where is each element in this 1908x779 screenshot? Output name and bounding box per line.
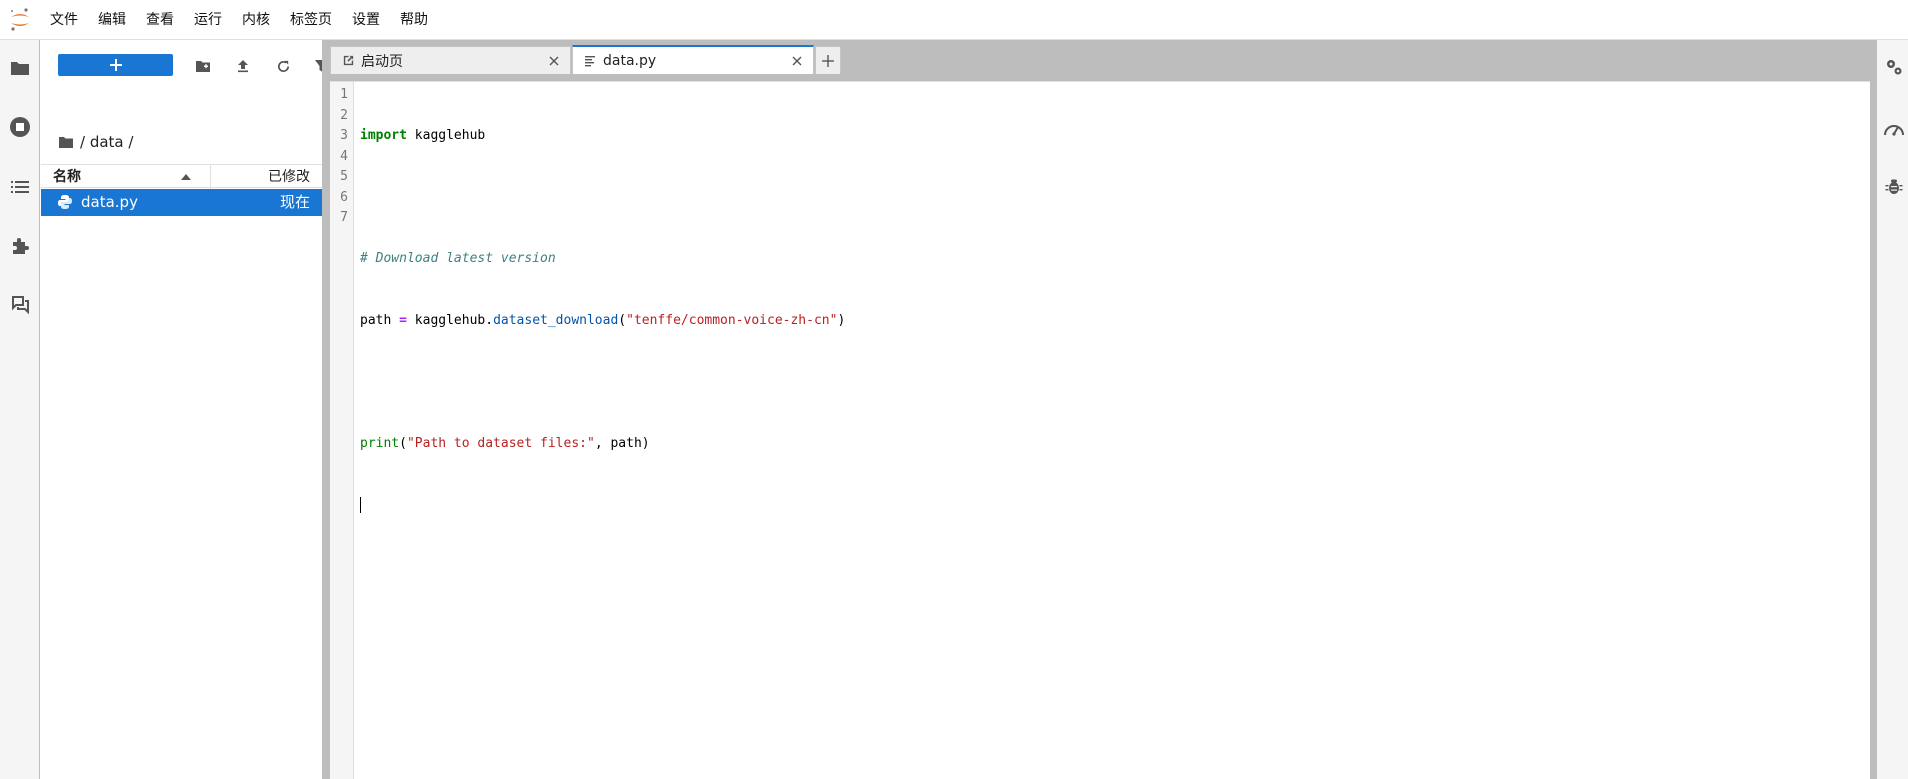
- table-of-contents-icon[interactable]: [6, 173, 34, 201]
- code-string: "tenffe/common-voice-zh-cn": [626, 312, 838, 328]
- code-comment: # Download latest version: [360, 251, 556, 266]
- line-number: 1: [340, 87, 348, 102]
- code-line-6: print("Path to dataset files:", path): [360, 434, 845, 455]
- code-string: "Path to dataset files:": [406, 435, 595, 451]
- file-list-header: 名称 已修改: [41, 164, 322, 189]
- new-folder-icon: [196, 61, 210, 72]
- column-header-name[interactable]: 名称: [53, 165, 81, 189]
- add-tab-button[interactable]: [815, 46, 841, 74]
- menu-file[interactable]: 文件: [40, 0, 88, 40]
- file-browser-toolbar: [41, 52, 327, 80]
- new-folder-button[interactable]: [191, 54, 215, 78]
- left-activity-bar: [0, 40, 40, 779]
- menu-kernel[interactable]: 内核: [232, 0, 280, 40]
- column-divider[interactable]: [210, 165, 211, 189]
- refresh-button[interactable]: [271, 54, 295, 78]
- menu-bar: 文件 编辑 查看 运行 内核 标签页 设置 帮助: [0, 0, 1908, 40]
- sort-ascending-icon[interactable]: [181, 165, 191, 189]
- tab-launcher[interactable]: 启动页: [330, 46, 571, 74]
- main-dock-area: 启动页 data.py 1 2 3 4 5 6 7 import kaggleh…: [330, 40, 1876, 779]
- text-file-icon: [582, 53, 598, 69]
- file-browser: / data / 名称 已修改 data.py 现在: [41, 40, 327, 779]
- upload-icon: [238, 60, 248, 73]
- line-number: 4: [340, 148, 348, 164]
- code-line-3: # Download latest version: [360, 249, 845, 270]
- code-line-4: path = kagglehub.dataset_download("tenff…: [360, 311, 845, 332]
- extension-puzzle-icon[interactable]: [6, 232, 34, 260]
- file-name: data.py: [81, 193, 138, 211]
- menu-edit[interactable]: 编辑: [88, 0, 136, 40]
- panel-splitter[interactable]: [322, 40, 330, 779]
- line-number: 5: [340, 169, 348, 184]
- tab-data-py-label: data.py: [603, 52, 657, 69]
- plus-icon: [822, 54, 834, 67]
- folder-icon[interactable]: [6, 54, 34, 82]
- upload-button[interactable]: [231, 54, 255, 78]
- line-number: 2: [340, 107, 348, 123]
- text-cursor: [360, 496, 361, 513]
- python-icon: [57, 194, 75, 212]
- line-number: 6: [340, 189, 348, 205]
- menu-help[interactable]: 帮助: [390, 0, 438, 40]
- code-text: (: [399, 435, 407, 451]
- jupyter-logo-icon: [0, 0, 40, 40]
- plus-icon: [109, 59, 122, 71]
- close-icon[interactable]: [787, 51, 807, 71]
- menu-view[interactable]: 查看: [136, 0, 184, 40]
- breadcrumb-path[interactable]: / data /: [80, 133, 133, 151]
- file-list-item[interactable]: data.py 现在: [41, 189, 322, 216]
- line-number-gutter: 1 2 3 4 5 6 7: [330, 82, 354, 779]
- tab-bar: 启动页 data.py: [330, 40, 1876, 74]
- close-icon[interactable]: [544, 51, 564, 71]
- breadcrumb: / data /: [58, 128, 133, 156]
- tab-launcher-label: 启动页: [361, 53, 403, 70]
- file-modified: 现在: [279, 193, 310, 211]
- code-builtin: print: [360, 435, 400, 451]
- chat-icon[interactable]: [6, 291, 34, 319]
- resource-gauge-icon[interactable]: [1881, 116, 1907, 142]
- code-text: path: [360, 312, 400, 328]
- right-activity-bar: [1876, 40, 1908, 779]
- code-operator: =: [399, 312, 407, 328]
- code-text: , path): [594, 435, 650, 451]
- code-text: kagglehub.: [406, 312, 494, 328]
- keyword-import: import: [360, 128, 407, 143]
- code-text: kagglehub: [406, 128, 486, 143]
- line-number: 7: [340, 210, 348, 225]
- launcher-icon: [340, 53, 356, 69]
- column-header-modified[interactable]: 已修改: [268, 165, 310, 189]
- running-sessions-icon[interactable]: [6, 113, 34, 141]
- code-text: ): [837, 312, 846, 328]
- debugger-bug-icon[interactable]: [1881, 174, 1907, 200]
- refresh-icon: [277, 60, 289, 72]
- menu-settings[interactable]: 设置: [342, 0, 390, 40]
- code-line-1: import kagglehub: [360, 126, 845, 147]
- line-number: 3: [340, 128, 348, 143]
- tab-data-py[interactable]: data.py: [572, 45, 814, 74]
- breadcrumb-home-folder-icon[interactable]: [58, 136, 74, 149]
- code-editor[interactable]: 1 2 3 4 5 6 7 import kagglehub # Downloa…: [330, 81, 1870, 779]
- menu-run[interactable]: 运行: [184, 0, 232, 40]
- property-inspector-gears-icon[interactable]: [1881, 54, 1907, 80]
- code-text: (: [618, 312, 627, 328]
- menu-tabs[interactable]: 标签页: [280, 0, 342, 40]
- new-launcher-button[interactable]: [58, 54, 173, 76]
- code-line-7: [360, 495, 845, 516]
- code-content[interactable]: import kagglehub # Download latest versi…: [360, 85, 845, 557]
- code-function: dataset_download: [493, 312, 619, 328]
